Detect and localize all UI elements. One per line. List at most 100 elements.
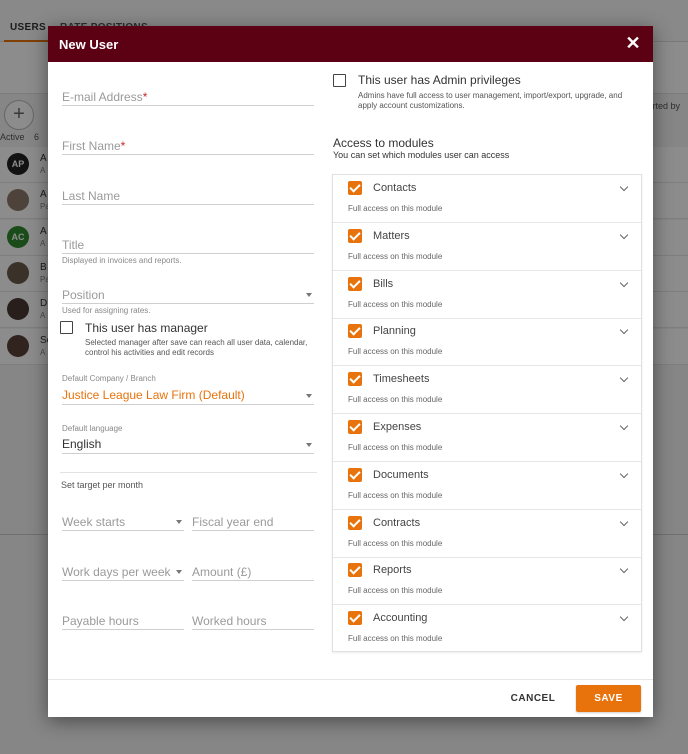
language-value: English (62, 437, 102, 451)
module-checkbox[interactable] (348, 181, 362, 195)
admin-description: Admins have full access to user manageme… (358, 91, 623, 110)
admin-checkbox-label: This user has Admin privileges (358, 73, 521, 87)
language-select[interactable]: English (62, 435, 314, 454)
chevron-down-icon[interactable] (619, 517, 629, 526)
module-item-contacts[interactable]: Contacts Full access on this module (333, 175, 641, 223)
module-access-level: Full access on this module (348, 299, 443, 309)
chevron-down-icon (306, 394, 312, 398)
amount-label: Amount (£) (192, 565, 252, 579)
module-access-level: Full access on this module (348, 490, 443, 500)
module-name: Contacts (373, 182, 417, 194)
chevron-down-icon (176, 570, 182, 574)
chevron-down-icon[interactable] (619, 469, 629, 479)
module-item-expenses[interactable]: Expenses Full access on this module (333, 414, 641, 462)
payable-hours-field[interactable]: Payable hours (62, 612, 184, 630)
chevron-down-icon[interactable] (619, 278, 629, 287)
chevron-down-icon[interactable] (619, 326, 629, 335)
company-select[interactable]: Justice League Law Firm (Default) (62, 386, 314, 405)
module-checkbox[interactable] (348, 563, 362, 578)
week-starts-label: Week starts (62, 515, 126, 529)
position-select[interactable]: Position Used for assigning rates. (62, 286, 314, 315)
module-item-accounting[interactable]: Accounting Full access on this module (333, 605, 641, 653)
cancel-button[interactable]: CANCEL (504, 685, 562, 713)
required-marker: * (142, 90, 148, 104)
footer-divider (48, 679, 653, 680)
title-field[interactable]: Title Displayed in invoices and reports. (62, 236, 314, 265)
module-checkbox[interactable] (348, 276, 362, 291)
work-days-select[interactable]: Work days per week (62, 563, 184, 581)
payable-hours-label: Payable hours (62, 614, 139, 628)
module-checkbox[interactable] (348, 324, 362, 339)
module-item-documents[interactable]: Documents Full access on this module (333, 462, 641, 510)
manager-description: Selected manager after save can reach al… (85, 338, 308, 357)
module-access-level: Full access on this module (348, 634, 443, 644)
chevron-down-icon (306, 293, 312, 297)
module-checkbox[interactable] (348, 467, 362, 482)
module-access-level: Full access on this module (348, 395, 443, 405)
module-access-level: Full access on this module (348, 586, 443, 596)
modules-title: Access to modules (333, 136, 434, 150)
dialog-title: New User (59, 37, 119, 52)
fiscal-year-end-label: Fiscal year end (192, 515, 274, 529)
worked-hours-field[interactable]: Worked hours (192, 612, 314, 630)
module-name: Expenses (373, 421, 422, 433)
dialog-header: New User ✕ (48, 26, 653, 62)
last-name-field[interactable]: Last Name (62, 187, 314, 205)
chevron-down-icon[interactable] (619, 421, 629, 431)
module-item-contracts[interactable]: Contracts Full access on this module (333, 510, 641, 558)
module-item-planning[interactable]: Planning Full access on this module (333, 318, 641, 367)
first-name-field[interactable]: First Name* (62, 137, 314, 155)
language-label: Default language (62, 424, 123, 433)
position-hint: Used for assigning rates. (62, 306, 151, 315)
module-name: Bills (373, 277, 394, 290)
admin-checkbox[interactable] (333, 74, 346, 87)
module-checkbox[interactable] (348, 515, 362, 530)
module-name: Contracts (373, 516, 421, 529)
module-access-level: Full access on this module (348, 538, 443, 548)
chevron-down-icon[interactable] (619, 612, 629, 622)
week-starts-select[interactable]: Week starts (62, 513, 184, 531)
fiscal-year-end-field[interactable]: Fiscal year end (192, 513, 314, 531)
worked-hours-label: Worked hours (192, 614, 267, 628)
last-name-label: Last Name (62, 189, 121, 203)
company-label: Default Company / Branch (62, 374, 156, 383)
chevron-down-icon[interactable] (619, 182, 629, 192)
module-name: Timesheets (373, 373, 430, 386)
target-section-title: Set target per month (61, 480, 144, 490)
module-access-level: Full access on this module (348, 251, 443, 261)
title-label: Title (62, 238, 85, 252)
module-name: Documents (373, 468, 429, 481)
modules-subtitle: You can set which modules user can acces… (333, 150, 510, 160)
module-checkbox[interactable] (348, 611, 362, 626)
module-item-bills[interactable]: Bills Full access on this module (333, 271, 641, 319)
chevron-down-icon[interactable] (619, 373, 629, 383)
title-hint: Displayed in invoices and reports. (62, 256, 182, 265)
module-item-reports[interactable]: Reports Full access on this module (333, 557, 641, 606)
module-name: Matters (373, 229, 410, 242)
section-divider (60, 472, 317, 473)
module-access-level: Full access on this module (348, 204, 443, 213)
module-item-matters[interactable]: Matters Full access on this module (333, 223, 641, 271)
chevron-down-icon[interactable] (619, 565, 629, 574)
module-name: Planning (373, 325, 416, 338)
email-label: E-mail Address (62, 90, 143, 104)
module-access-level: Full access on this module (348, 347, 443, 357)
module-access-level: Full access on this module (348, 443, 443, 452)
new-user-dialog: New User ✕ E-mail Address* First Name* L… (48, 26, 653, 717)
module-item-timesheets[interactable]: Timesheets Full access on this module (333, 366, 641, 415)
module-checkbox[interactable] (348, 228, 362, 243)
module-checkbox[interactable] (348, 372, 362, 387)
email-field[interactable]: E-mail Address* (62, 88, 314, 106)
manager-checkbox-label: This user has manager (85, 321, 208, 335)
chevron-down-icon[interactable] (619, 230, 629, 240)
close-icon[interactable]: ✕ (623, 33, 643, 53)
company-value: Justice League Law Firm (Default) (62, 388, 245, 402)
module-name: Accounting (373, 612, 428, 625)
save-button[interactable]: SAVE (576, 685, 641, 712)
chevron-down-icon (176, 520, 182, 524)
amount-field[interactable]: Amount (£) (192, 563, 314, 581)
position-label: Position (62, 288, 105, 302)
work-days-label: Work days per week (62, 565, 171, 579)
manager-checkbox[interactable] (60, 321, 73, 334)
module-checkbox[interactable] (348, 420, 362, 434)
